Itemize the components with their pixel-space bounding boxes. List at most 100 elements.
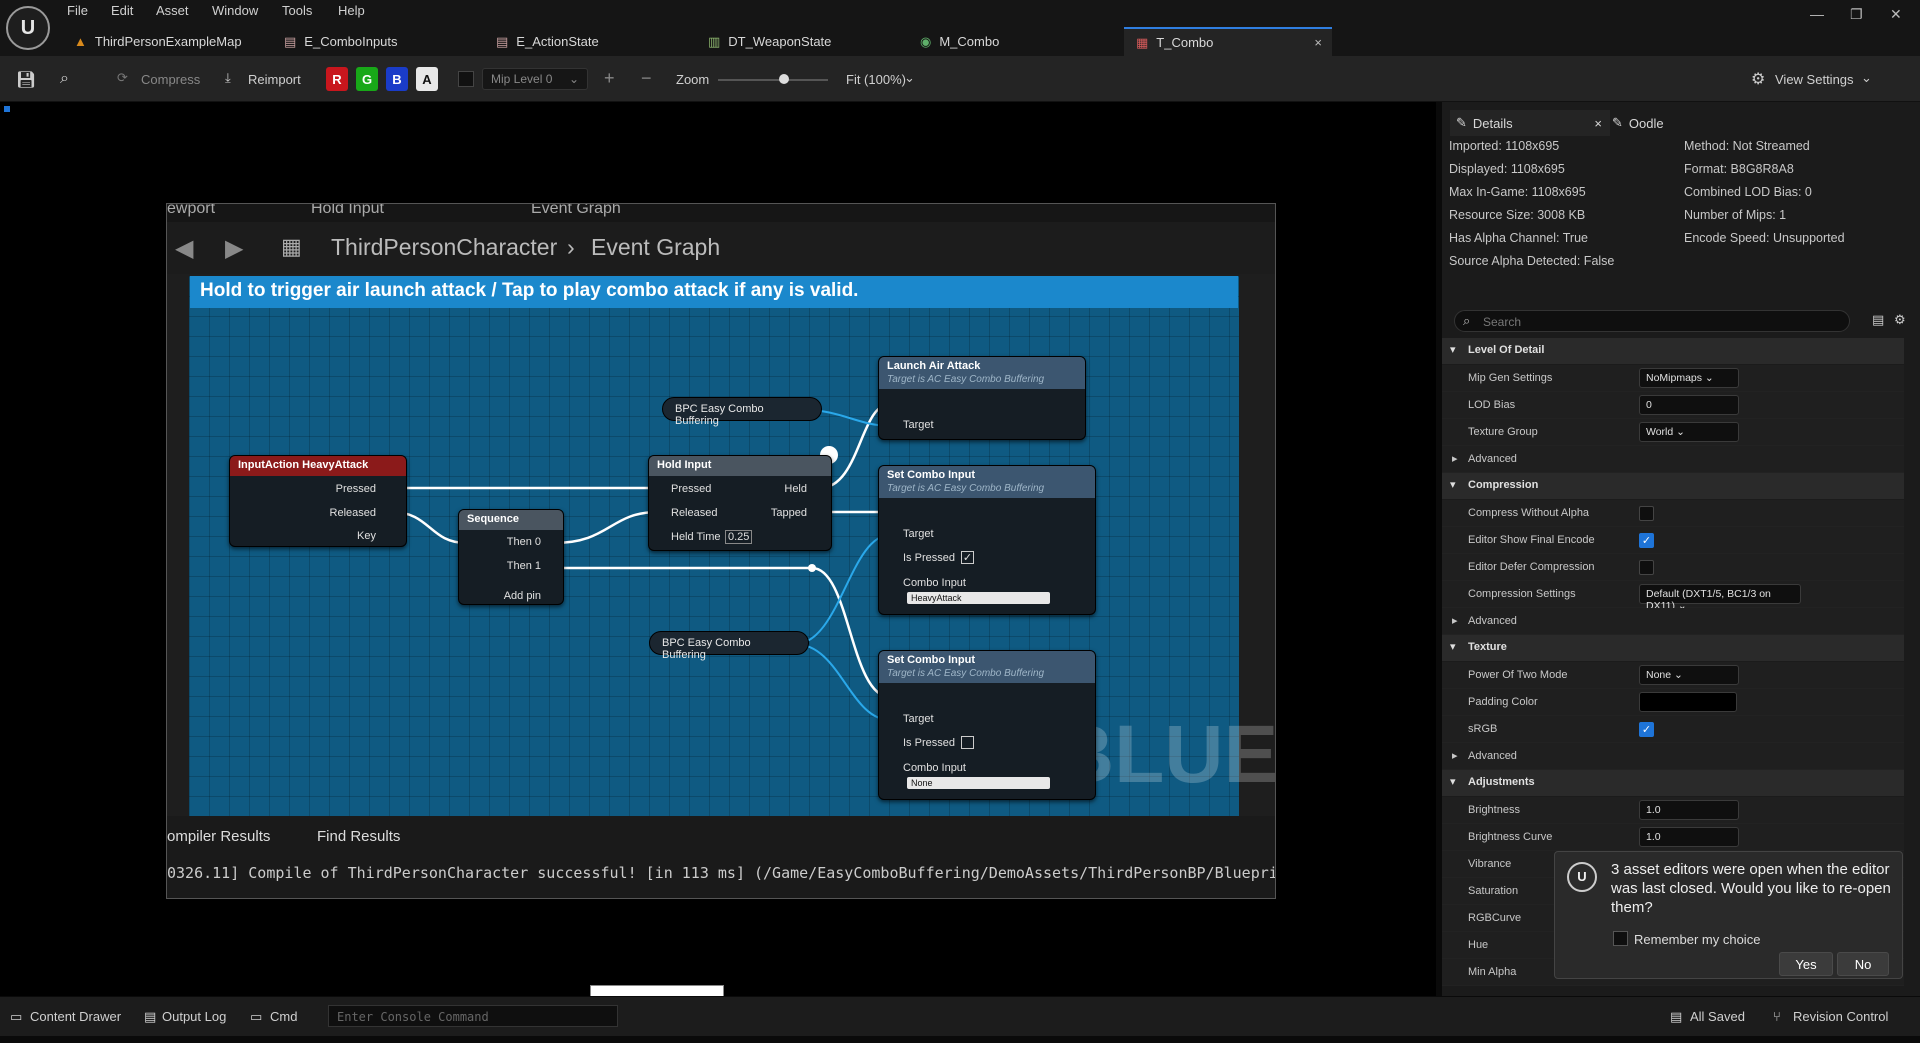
pencil-icon: ✎	[1456, 115, 1467, 130]
property-input[interactable]: 1.0	[1639, 800, 1739, 820]
property-label: Power Of Two Mode	[1468, 669, 1568, 681]
property-label: Advanced	[1468, 750, 1517, 762]
node-subtitle: Target is AC Easy Combo Buffering	[887, 374, 1045, 385]
property-checkbox[interactable]: ✓	[1639, 533, 1654, 548]
search-icon: ⌕	[1463, 313, 1471, 328]
property-row: Compress Without Alpha	[1442, 500, 1904, 527]
property-dropdown[interactable]: World ⌄	[1639, 422, 1739, 442]
node-launch-air-attack[interactable]: Launch Air Attack Target is AC Easy Combo…	[878, 356, 1086, 440]
property-row: LOD Bias 0	[1442, 392, 1904, 419]
combo-input-dropdown[interactable]: None	[907, 777, 1050, 789]
node-sequence[interactable]: Sequence Then 0 Then 1 Add pin	[458, 509, 564, 605]
property-label: sRGB	[1468, 723, 1498, 735]
property-row: Brightness Curve 1.0	[1442, 824, 1904, 851]
node-title: Set Combo Input Target is AC Easy Combo B…	[879, 651, 1095, 683]
property-checkbox[interactable]: ✓	[1639, 722, 1654, 737]
content-drawer-button[interactable]: Content Drawer	[30, 1009, 121, 1024]
revision-control-button[interactable]: Revision Control	[1793, 1009, 1888, 1024]
cmd-dropdown[interactable]: Cmd	[270, 1009, 297, 1024]
property-input[interactable]: 1.0	[1639, 827, 1739, 847]
section-header[interactable]: ▾ Compression	[1442, 473, 1904, 499]
pin-then-1: Then 1	[506, 560, 541, 572]
is-pressed-checkbox[interactable]: ✓	[961, 551, 974, 564]
property-input[interactable]: 0	[1639, 395, 1739, 415]
save-icon: ▤	[1670, 1009, 1683, 1024]
advanced-group[interactable]: ▸ Advanced	[1442, 608, 1904, 635]
property-row: Mip Gen Settings NoMipmaps ⌄	[1442, 365, 1904, 392]
section-header[interactable]: ▾ Level Of Detail	[1442, 338, 1904, 364]
combo-input-dropdown[interactable]: HeavyAttack	[907, 592, 1050, 604]
node-title: InputAction HeavyAttack	[230, 456, 406, 476]
texture-info-line: Format: B8G8R8A8	[1684, 162, 1794, 176]
node-subtitle: Target is AC Easy Combo Buffering	[887, 483, 1045, 494]
color-swatch[interactable]	[1639, 692, 1737, 712]
close-icon[interactable]: ×	[1594, 116, 1602, 131]
remember-choice-label: Remember my choice	[1634, 932, 1761, 947]
property-label: RGBCurve	[1468, 912, 1522, 924]
exec-wire	[553, 510, 659, 545]
all-saved-button[interactable]: All Saved	[1690, 1009, 1745, 1024]
object-wire	[794, 534, 891, 645]
node-set-combo-input-2[interactable]: Set Combo Input Target is AC Easy Combo B…	[878, 650, 1096, 800]
texture-info-line: Max In-Game: 1108x695	[1449, 185, 1586, 199]
pin-held: Held	[784, 483, 807, 495]
output-log-button[interactable]: Output Log	[162, 1009, 226, 1024]
property-label: Hue	[1468, 939, 1489, 951]
gear-icon[interactable]: ⚙	[1894, 312, 1906, 328]
property-label: Editor Defer Compression	[1468, 561, 1595, 573]
section-label: Level Of Detail	[1468, 344, 1545, 356]
property-label: Compression Settings	[1468, 588, 1576, 600]
no-button[interactable]: No	[1837, 952, 1889, 976]
texture-info-line: Combined LOD Bias: 0	[1684, 185, 1812, 199]
search-input[interactable]: ⌕ Search	[1454, 310, 1850, 332]
property-row: sRGB ✓	[1442, 716, 1904, 743]
property-row: Brightness 1.0	[1442, 797, 1904, 824]
chevron-down-icon: ▾	[1450, 344, 1456, 356]
table-view-icon[interactable]: ▤	[1872, 312, 1884, 328]
property-label: Compress Without Alpha	[1468, 507, 1590, 519]
node-bpc-reference-1[interactable]: BPC Easy Combo Buffering	[662, 397, 822, 427]
section-header[interactable]: ▾ Adjustments	[1442, 770, 1904, 796]
property-label: Brightness	[1468, 804, 1520, 816]
tab-label: Oodle	[1628, 115, 1664, 131]
pin-pressed: Pressed	[671, 483, 712, 495]
tab-oodle[interactable]: ✎ Oodle	[1612, 110, 1664, 136]
tab-details[interactable]: ✎ Details ×	[1450, 110, 1610, 136]
advanced-group[interactable]: ▸ Advanced	[1442, 743, 1904, 770]
node-bpc-reference-2[interactable]: BPC Easy Combo Buffering	[649, 631, 809, 661]
pin-is-pressed: Is Pressed	[903, 552, 955, 564]
property-label: Saturation	[1468, 885, 1519, 897]
property-dropdown[interactable]: None ⌄	[1639, 665, 1739, 685]
property-label: Editor Show Final Encode	[1468, 534, 1595, 546]
chevron-right-icon: ▸	[1452, 750, 1458, 762]
advanced-group[interactable]: ▸ Advanced	[1442, 446, 1904, 473]
held-time-value[interactable]: 0.25	[725, 530, 753, 544]
property-dropdown[interactable]: Default (DXT1/5, BC1/3 on DX11) ⌄	[1639, 584, 1801, 612]
property-label: Advanced	[1468, 453, 1517, 465]
is-pressed-checkbox[interactable]	[961, 736, 974, 749]
yes-button[interactable]: Yes	[1779, 952, 1833, 976]
property-checkbox[interactable]	[1639, 506, 1654, 521]
section-header[interactable]: ▾ Texture	[1442, 635, 1904, 661]
section-label: Adjustments	[1468, 776, 1535, 788]
reopen-editors-notification: U 3 asset editors were open when the edi…	[1554, 851, 1903, 979]
pin-add[interactable]: Add pin	[504, 590, 541, 602]
pin-key: Key	[357, 530, 376, 542]
node-set-combo-input-1[interactable]: Set Combo Input Target is AC Easy Combo B…	[878, 465, 1096, 615]
remember-choice-checkbox[interactable]	[1613, 931, 1628, 946]
node-title: Launch Air Attack Target is AC Easy Combo…	[879, 357, 1085, 389]
property-checkbox[interactable]	[1639, 560, 1654, 575]
section-label: Texture	[1468, 641, 1507, 653]
property-label: Advanced	[1468, 615, 1517, 627]
property-dropdown[interactable]: NoMipmaps ⌄	[1639, 368, 1739, 388]
property-row: Texture Group World ⌄	[1442, 419, 1904, 446]
status-bar: ▭ Content Drawer ▤ Output Log ▭ Cmd Ente…	[0, 996, 1920, 1036]
property-label: Texture Group	[1468, 426, 1538, 438]
node-subtitle: Target is AC Easy Combo Buffering	[887, 668, 1045, 679]
node-inputaction-heavyattack[interactable]: InputAction HeavyAttack Pressed Released…	[229, 455, 407, 547]
node-hold-input[interactable]: Hold Input Pressed Released Held Time 0.…	[648, 455, 832, 551]
property-label: Padding Color	[1468, 696, 1538, 708]
console-input[interactable]: Enter Console Command	[328, 1005, 618, 1027]
chevron-down-icon: ▾	[1450, 479, 1456, 491]
object-wire	[794, 643, 891, 721]
